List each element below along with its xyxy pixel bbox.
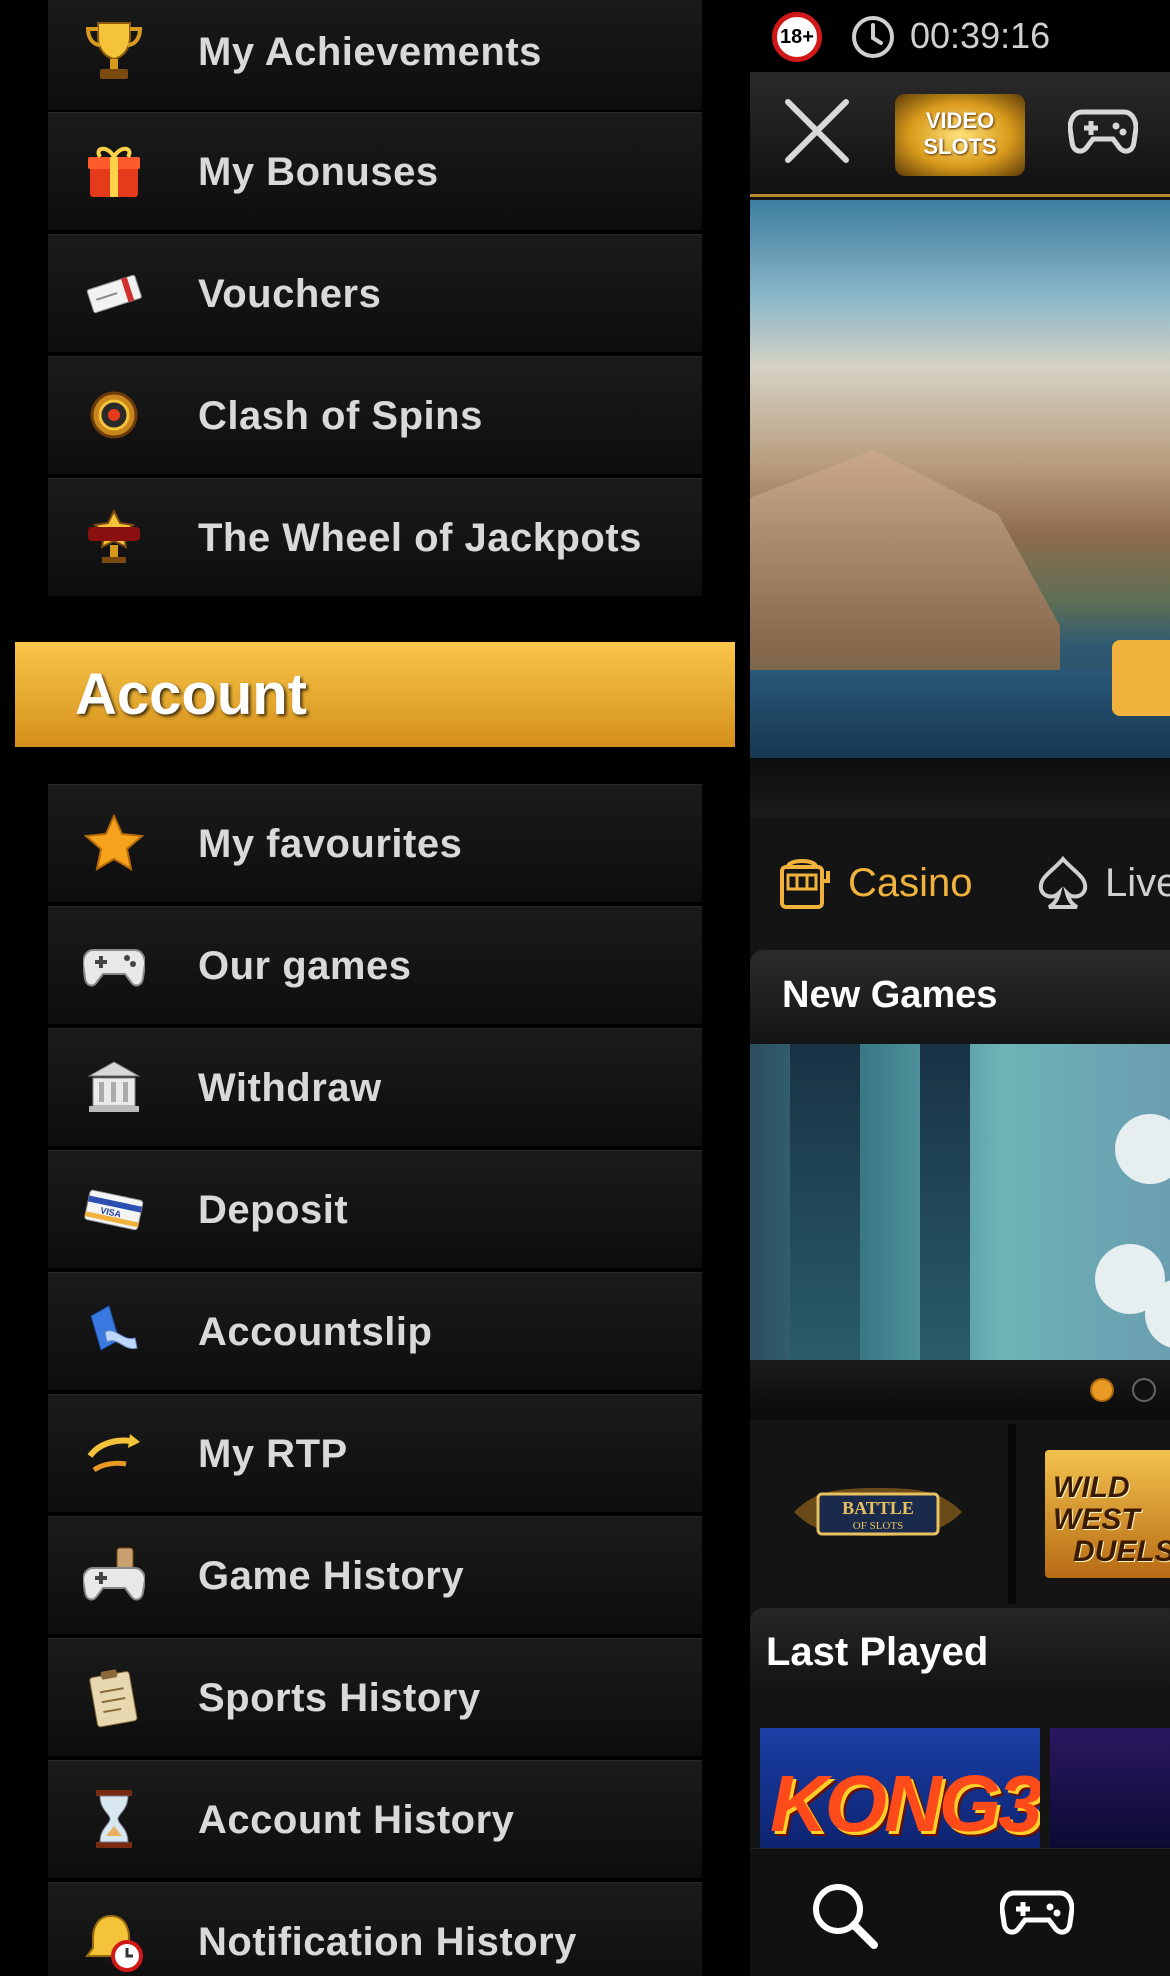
section-title: New Games [782,974,998,1016]
menu-item-label: Clash of Spins [198,394,483,438]
clock-icon [852,16,894,58]
game-title-art: KONG3 [770,1759,1040,1848]
wild-west-duels-thumbnail[interactable]: WILD WEST DUELS [1045,1450,1170,1578]
new-games-section-header: New Games [750,950,1170,1042]
spade-icon [1038,855,1088,909]
svg-text:BATTLE: BATTLE [842,1498,914,1518]
tab-label: Live [1105,860,1170,905]
section-title: Last Played [766,1630,989,1674]
banner-water-art [750,670,1170,760]
last-played-section-header: Last Played [750,1608,1170,1698]
game-history-icon [78,1539,150,1611]
carousel-dot[interactable] [1132,1378,1156,1402]
slot-machine-icon [780,859,830,909]
promo-title-line: WILD WEST [1053,1471,1140,1536]
clash-of-spins-icon [78,379,150,451]
tab-live[interactable]: Live [1035,850,1170,916]
rtp-icon [78,1417,150,1489]
menu-item-label: Vouchers [198,272,382,316]
trophy-icon [78,15,150,87]
account-section-header: Account [15,642,735,747]
promo-banner[interactable] [750,200,1170,770]
menu-item-label: My Achievements [198,30,542,74]
star-icon [78,807,150,879]
menu-item-vouchers[interactable]: Vouchers [48,234,702,352]
last-played-game-tile[interactable]: KONG3 [760,1728,1040,1848]
menu-item-label: My RTP [198,1432,348,1476]
svg-text:OF SLOTS: OF SLOTS [853,1520,903,1532]
category-tabs: Casino Live [750,820,1170,940]
menu-item-accountslip[interactable]: Accountslip [48,1272,702,1390]
menu-item-label: Accountslip [198,1310,433,1354]
status-bar: 18+ 00:39:16 [750,0,1170,72]
carousel-dot-active[interactable] [1090,1378,1114,1402]
carousel-pagination [750,1360,1170,1420]
forest-tree-art [790,1044,860,1360]
videoslots-logo[interactable]: VIDEO SLOTS [895,94,1025,176]
menu-item-label: Game History [198,1554,465,1598]
menu-item-label: Sports History [198,1676,481,1720]
tab-casino[interactable]: Casino [778,850,973,916]
credit-card-icon: VISA [78,1173,150,1245]
age-restriction-badge: 18+ [772,12,822,62]
promo-title-line: DUELS [1073,1535,1170,1568]
menu-item-my-bonuses[interactable]: My Bonuses [48,112,702,230]
gamepad-icon[interactable] [1000,1883,1074,1945]
menu-item-label: Withdraw [198,1066,382,1110]
menu-item-label: Account History [198,1798,515,1842]
forest-tree-art [920,1044,970,1360]
main-app-panel: 18+ 00:39:16 VIDEO SLOTS Casino Live New … [750,0,1170,1976]
menu-item-our-games[interactable]: Our games [48,906,702,1024]
side-menu-drawer: My Achievements My Bonuses Vouchers Clas… [0,0,750,1976]
promo-strip: BATTLE OF SLOTS WILD WEST DUELS [750,1424,1170,1604]
app-header: VIDEO SLOTS [750,72,1170,197]
bottom-navigation [750,1848,1170,1976]
section-title: Account [75,662,307,727]
menu-item-withdraw[interactable]: Withdraw [48,1028,702,1146]
menu-item-label: The Wheel of Jackpots [198,516,642,560]
menu-item-game-history[interactable]: Game History [48,1516,702,1634]
section-divider [750,758,1170,818]
battle-of-slots-logo[interactable]: BATTLE OF SLOTS [788,1474,968,1554]
close-icon[interactable] [780,94,854,168]
gamepad-icon [78,929,150,1001]
menu-item-label: My favourites [198,822,463,866]
menu-item-clash-of-spins[interactable]: Clash of Spins [48,356,702,474]
voucher-icon [78,257,150,329]
menu-item-my-favourites[interactable]: My favourites [48,784,702,902]
logo-word: VIDEO [925,108,995,133]
account-slip-icon [78,1295,150,1367]
jackpots-wheel-icon [78,501,150,573]
hourglass-icon [78,1783,150,1855]
menu-item-notification-history[interactable]: Notification History [48,1882,702,1976]
menu-item-my-achievements[interactable]: My Achievements [48,0,702,110]
smoke-cloud-art [1115,1114,1170,1184]
session-timer: 00:39:16 [910,15,1051,56]
menu-item-label: My Bonuses [198,150,439,194]
banner-cta-button[interactable] [1112,640,1170,716]
menu-item-label: Notification History [198,1920,577,1964]
new-game-thumbnail[interactable] [750,1044,1170,1360]
bank-icon [78,1051,150,1123]
menu-item-label: Our games [198,944,412,988]
bell-clock-icon [78,1905,150,1976]
search-icon[interactable] [808,1879,880,1951]
tab-label: Casino [848,860,973,905]
gift-icon [78,135,150,207]
last-played-game-tile[interactable] [1050,1728,1170,1848]
menu-item-deposit[interactable]: VISA Deposit [48,1150,702,1268]
menu-item-wheel-of-jackpots[interactable]: The Wheel of Jackpots [48,478,702,596]
clipboard-icon [78,1661,150,1733]
gamepad-icon[interactable] [1068,102,1138,162]
promo-separator [1008,1424,1016,1604]
menu-item-my-rtp[interactable]: My RTP [48,1394,702,1512]
logo-word: SLOTS [923,134,997,159]
menu-item-account-history[interactable]: Account History [48,1760,702,1878]
menu-item-label: Deposit [198,1188,349,1232]
menu-item-sports-history[interactable]: Sports History [48,1638,702,1756]
